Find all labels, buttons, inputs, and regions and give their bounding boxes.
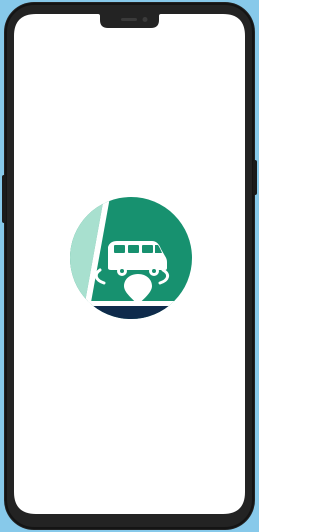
volume-button [2,175,6,223]
power-button [253,160,257,195]
logo-white-band [70,301,192,306]
splash-logo-icon [70,197,192,319]
logo-navy-band [70,306,192,319]
front-camera [142,17,148,22]
splash-screenshot [0,0,259,532]
earpiece-speaker [121,18,137,21]
